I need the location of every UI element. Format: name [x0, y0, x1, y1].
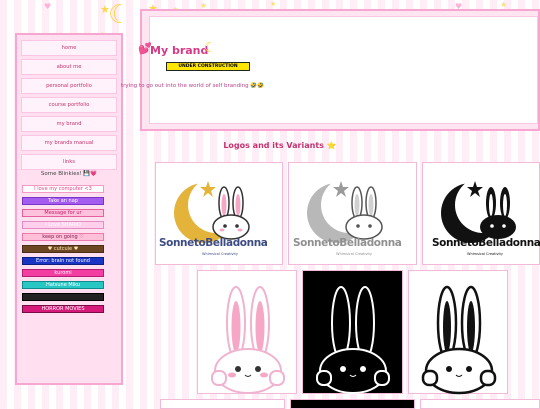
icon-variant-outline-tile — [408, 270, 508, 395]
blinkies-heading: Some Blinkies! 💾💗 — [40, 171, 98, 177]
logo-subtitle: Whimsical Creativity — [336, 252, 372, 256]
blinkie-badge: Take an nap — [22, 197, 104, 205]
star-icon: ★ — [270, 0, 277, 8]
blinkie-badge: I love my computer <3 — [22, 185, 104, 193]
logo-wordmark: SonnetoBelladonna — [159, 237, 268, 249]
nav-link-my-brand[interactable]: my brand — [21, 116, 117, 132]
bunny-icon — [211, 286, 285, 394]
logo-variant-black-tile: SonnetoBelladonna Whimsical Creativity — [422, 162, 540, 265]
crescent-moon-icon: ☾ — [108, 0, 132, 30]
logo-wordmark: SonnetoBelladonna — [432, 237, 540, 249]
sidebar: home about me personal portfolio course … — [15, 33, 123, 385]
header-tagline: trying to go out into the world of self … — [121, 83, 265, 89]
section-title: Logos and its Variants ⭐ — [223, 141, 337, 150]
logo-wordmark: SonnetoBelladonna — [293, 237, 402, 249]
under-construction-badge: UNDER CONSTRUCTION — [166, 62, 250, 71]
nav-link-home[interactable]: home — [21, 40, 117, 56]
blinkie-badge: Message for ur — [22, 209, 104, 217]
nav-link-personal-portfolio[interactable]: personal portfolio — [21, 78, 117, 94]
logo-variant-black-image — [441, 177, 516, 243]
star-icon: ★ — [100, 3, 110, 16]
logo-variant-color-image — [174, 177, 250, 243]
logo-subtitle: Whimsical Creativity — [467, 252, 503, 256]
icon-variant-color-tile — [197, 270, 297, 394]
blinkie-badge: ♥ cutcuie ♥ — [22, 245, 104, 253]
star-icon: ★ — [500, 0, 508, 9]
next-row-tile — [420, 399, 540, 409]
next-row-tile — [160, 399, 285, 409]
logo-variant-grey-tile: SonnetoBelladonna Whimsical Creativity — [288, 162, 417, 265]
icon-variant-inverted-tile — [302, 270, 403, 394]
nav-link-my-brands-manual[interactable]: my brands manual — [21, 135, 117, 151]
next-row-tile — [290, 399, 415, 409]
logo-variant-color-tile: SonnetoBelladonna Whimsical Creativity — [155, 162, 283, 265]
heart-icon: ♥ — [44, 2, 52, 11]
blinkie-badge: HORROR MOVIES — [22, 305, 104, 313]
blinkie-badge: Hatsune Miku — [22, 281, 104, 289]
logo-subtitle: Whimsical Creativity — [202, 252, 238, 256]
blinkie-badge: Error: brain not found — [22, 257, 104, 265]
blinkie-badge: I Love SHARIO — [22, 221, 104, 229]
blinkie-badge: kuromi — [22, 269, 104, 277]
page-title: My brand — [150, 44, 209, 57]
logo-variant-grey-image — [307, 177, 383, 243]
blinkie-badge — [22, 293, 104, 301]
sidebar-nav: home about me personal portfolio course … — [21, 40, 117, 173]
nav-link-links[interactable]: links — [21, 154, 117, 170]
blinkie-badge: keep on going ♡ — [22, 233, 104, 241]
nav-link-about-me[interactable]: about me — [21, 59, 117, 75]
nav-link-course-portfolio[interactable]: course portfolio — [21, 97, 117, 113]
bunny-icon — [316, 286, 390, 394]
bunny-icon — [421, 285, 497, 395]
crescent-moon-icon: ☾ — [204, 40, 217, 56]
